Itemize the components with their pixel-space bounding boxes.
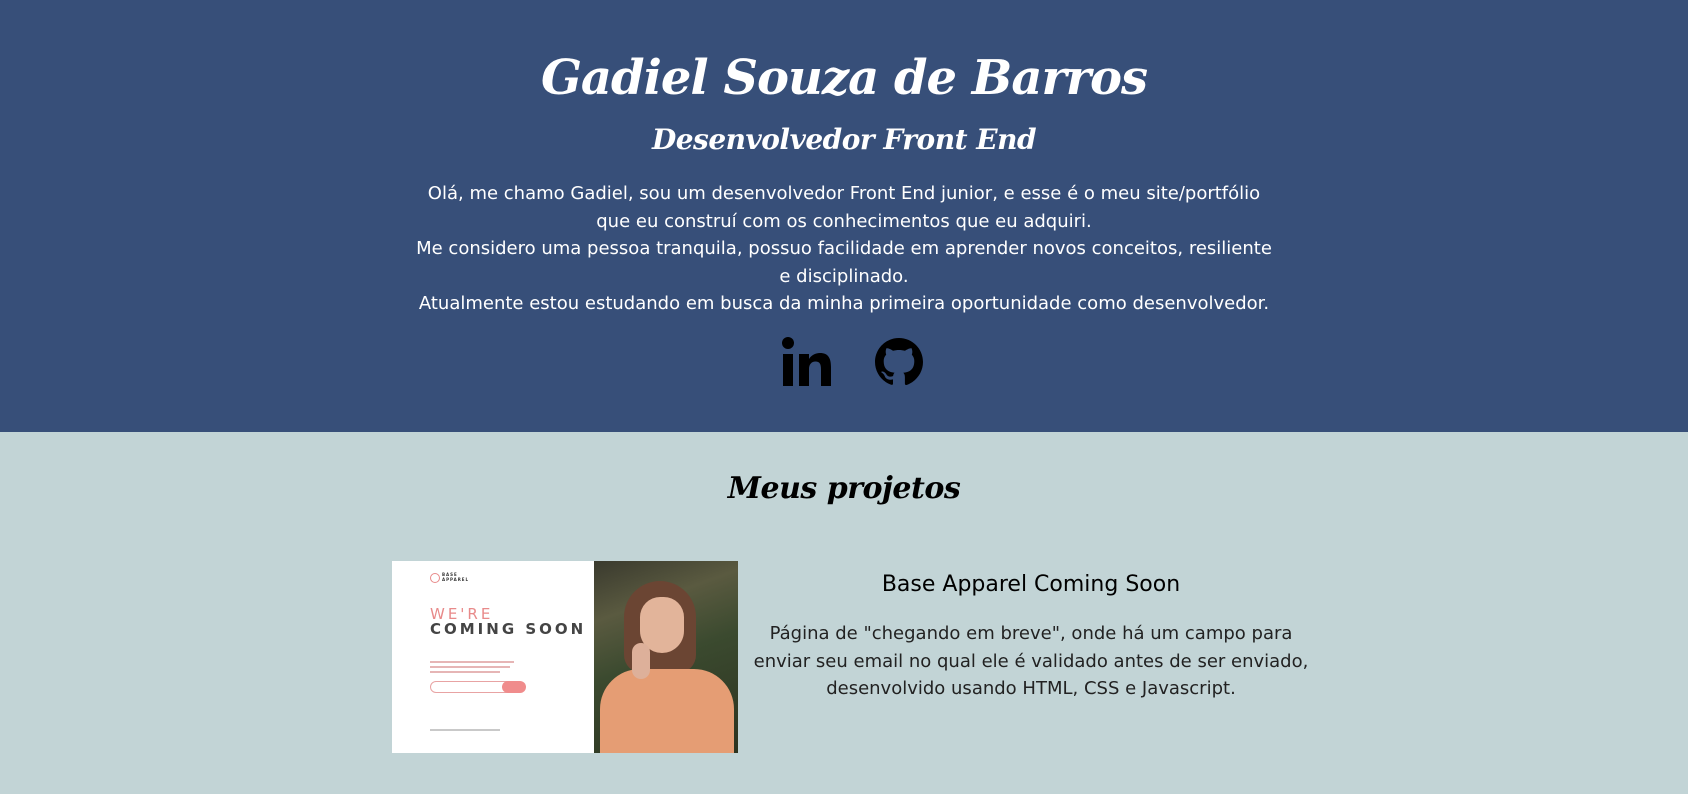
page-subtitle: Desenvolvedor Front End <box>651 123 1037 156</box>
social-links <box>0 334 1688 390</box>
photo-hand-shape <box>632 643 650 679</box>
github-link[interactable] <box>871 334 927 390</box>
bio-line: Me considero uma pessoa tranquila, possu… <box>416 238 1272 287</box>
project-description: Página de "chegando em breve", onde há u… <box>753 623 1309 700</box>
projects-section: Meus projetos BASE APPAREL WE'RE COMING … <box>0 432 1688 794</box>
bio-text: Olá, me chamo Gadiel, sou um desenvolved… <box>414 180 1274 318</box>
bio-line: Olá, me chamo Gadiel, sou um desenvolved… <box>427 183 1261 232</box>
bio-line: Atualmente estou estudando em busca da m… <box>418 293 1270 315</box>
hero-section: Gadiel Souza de Barros Desenvolvedor Fro… <box>0 0 1688 432</box>
project-thumbnail[interactable]: BASE APPAREL WE'RE COMING SOON <box>392 561 738 753</box>
thumbnail-footer-text <box>430 729 500 731</box>
page-title: Gadiel Souza de Barros <box>540 50 1148 106</box>
github-icon <box>875 338 923 386</box>
linkedin-icon <box>782 337 831 386</box>
thumbnail-headline-bottom: COMING SOON <box>430 620 587 638</box>
project-title[interactable]: Base Apparel Coming Soon <box>752 561 1310 600</box>
base-apparel-logo-icon <box>430 573 440 583</box>
project-card: BASE APPAREL WE'RE COMING SOON Base Appa… <box>392 561 1312 754</box>
linkedin-link[interactable] <box>779 334 835 390</box>
thumbnail-logo-text: BASE APPAREL <box>442 572 470 582</box>
thumbnail-left-panel: BASE APPAREL WE'RE COMING SOON <box>392 561 594 753</box>
thumbnail-paragraph <box>430 661 514 676</box>
project-details: Base Apparel Coming Soon Página de "cheg… <box>752 561 1310 703</box>
thumbnail-photo <box>594 561 738 753</box>
thumbnail-submit-button <box>502 681 526 693</box>
photo-shirt-shape <box>600 669 734 753</box>
projects-heading: Meus projetos <box>727 471 961 506</box>
